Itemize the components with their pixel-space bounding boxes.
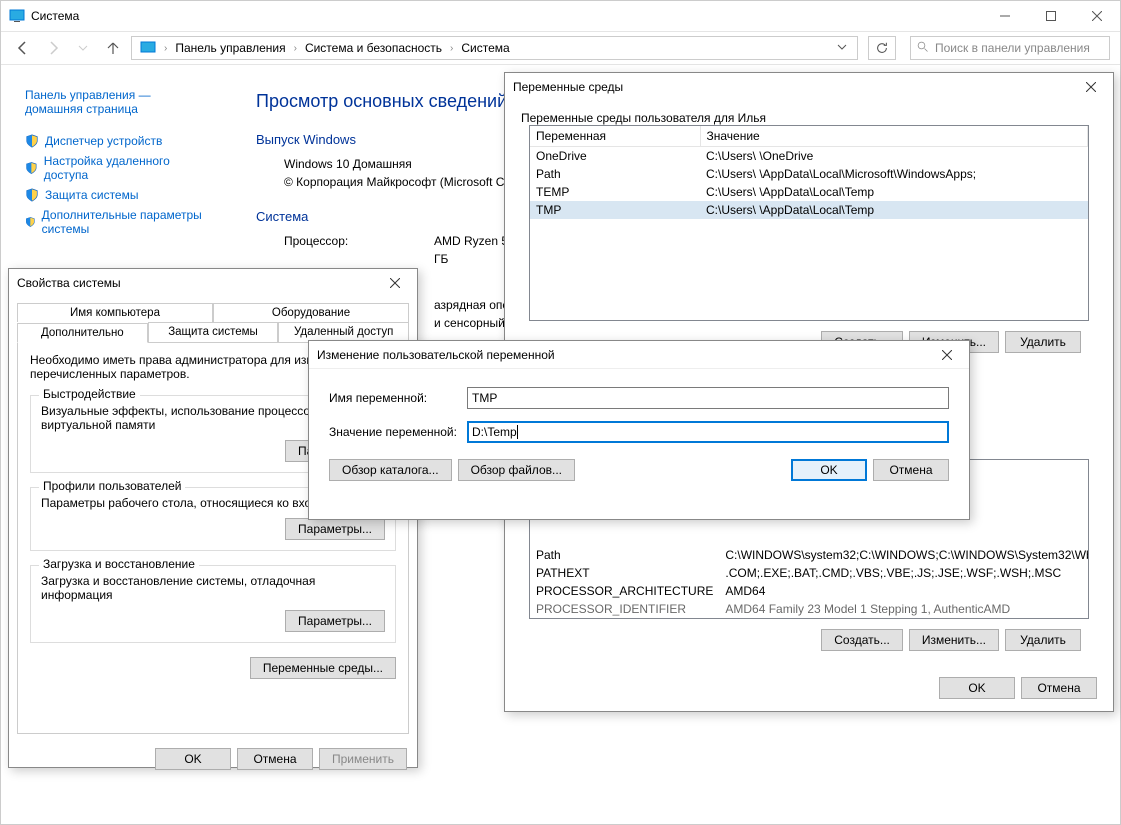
shield-icon bbox=[25, 161, 38, 175]
breadcrumb-item[interactable]: Панель управления bbox=[171, 41, 289, 55]
breadcrumb-item[interactable]: Система и безопасность bbox=[301, 41, 446, 55]
back-button[interactable] bbox=[11, 36, 35, 60]
breadcrumb-item[interactable]: Система bbox=[457, 41, 513, 55]
variable-name-label: Имя переменной: bbox=[329, 391, 467, 405]
search-placeholder: Поиск в панели управления bbox=[935, 41, 1090, 55]
cancel-button[interactable]: Отмена bbox=[237, 748, 313, 770]
table-row[interactable]: PATHEXT.COM;.EXE;.BAT;.CMD;.VBS;.VBE;.JS… bbox=[530, 564, 1089, 582]
delete-sys-var-button[interactable]: Удалить bbox=[1005, 629, 1081, 651]
new-sys-var-button[interactable]: Создать... bbox=[821, 629, 903, 651]
breadcrumb-dropdown[interactable] bbox=[831, 41, 853, 55]
cancel-button[interactable]: Отмена bbox=[873, 459, 949, 481]
table-row[interactable]: PROCESSOR_ARCHITECTUREAMD64 bbox=[530, 582, 1089, 600]
user-vars-heading: Переменные среды пользователя для Илья bbox=[521, 111, 1097, 125]
table-row[interactable]: PathC:\Users\ \AppData\Local\Microsoft\W… bbox=[530, 165, 1088, 183]
control-panel-home-link[interactable]: Панель управления — домашняя страница bbox=[25, 85, 202, 119]
chevron-right-icon[interactable]: › bbox=[446, 43, 457, 54]
sidebar-item-remote-settings[interactable]: Настройка удаленного доступа bbox=[25, 151, 202, 185]
system-icon bbox=[9, 8, 25, 24]
tab-advanced[interactable]: Дополнительно bbox=[17, 323, 148, 343]
close-button[interactable] bbox=[1074, 1, 1120, 31]
performance-heading: Быстродействие bbox=[39, 387, 140, 401]
profiles-heading: Профили пользователей bbox=[39, 479, 185, 493]
startup-group: Загрузка и восстановление Загрузка и вос… bbox=[30, 565, 396, 643]
user-vars-table[interactable]: ПеременнаяЗначение OneDriveC:\Users\ \On… bbox=[529, 125, 1089, 321]
copyright-text: © Корпорация Майкрософт (Microsoft Corpo… bbox=[284, 175, 539, 189]
col-variable[interactable]: Переменная bbox=[530, 126, 700, 147]
ok-button[interactable]: OK bbox=[939, 677, 1015, 699]
browse-directory-button[interactable]: Обзор каталога... bbox=[329, 459, 452, 481]
close-icon[interactable] bbox=[933, 344, 961, 366]
profiles-settings-button[interactable]: Параметры... bbox=[285, 518, 385, 540]
startup-settings-button[interactable]: Параметры... bbox=[285, 610, 385, 632]
startup-desc: Загрузка и восстановление системы, отлад… bbox=[41, 574, 385, 602]
toolbar: › Панель управления › Система и безопасн… bbox=[1, 31, 1120, 65]
dialog-titlebar: Изменение пользовательской переменной bbox=[309, 341, 969, 369]
search-icon bbox=[917, 41, 929, 56]
dialog-title: Свойства системы bbox=[17, 276, 381, 290]
dialog-titlebar: Переменные среды bbox=[505, 73, 1113, 101]
environment-variables-button[interactable]: Переменные среды... bbox=[250, 657, 396, 679]
chevron-right-icon[interactable]: › bbox=[160, 43, 171, 54]
edit-sys-var-button[interactable]: Изменить... bbox=[909, 629, 999, 651]
sidebar-item-device-manager[interactable]: Диспетчер устройств bbox=[25, 131, 202, 151]
cpu-label: Процессор: bbox=[284, 234, 434, 248]
ram-partial: ГБ bbox=[434, 252, 448, 266]
search-input[interactable]: Поиск в панели управления bbox=[910, 36, 1110, 60]
delete-user-var-button[interactable]: Удалить bbox=[1005, 331, 1081, 353]
tab-system-protection[interactable]: Защита системы bbox=[148, 322, 279, 342]
table-row[interactable]: TEMPC:\Users\ \AppData\Local\Temp bbox=[530, 183, 1088, 201]
touch-partial: и сенсорный bbox=[434, 316, 505, 330]
close-icon[interactable] bbox=[381, 272, 409, 294]
edition-value: Windows 10 Домашняя bbox=[284, 157, 412, 171]
chevron-right-icon[interactable]: › bbox=[290, 43, 301, 54]
sidebar-item-advanced-settings[interactable]: Дополнительные параметры системы bbox=[25, 205, 202, 239]
forward-button[interactable] bbox=[41, 36, 65, 60]
window-title: Система bbox=[31, 9, 982, 23]
variable-value-input[interactable]: D:\Temp bbox=[467, 421, 949, 443]
breadcrumb[interactable]: › Панель управления › Система и безопасн… bbox=[131, 36, 858, 60]
tab-hardware[interactable]: Оборудование bbox=[213, 303, 409, 322]
table-row[interactable]: TMPC:\Users\ \AppData\Local\Temp bbox=[530, 201, 1088, 219]
window-controls bbox=[982, 1, 1120, 31]
startup-heading: Загрузка и восстановление bbox=[39, 557, 199, 571]
shield-icon bbox=[25, 188, 39, 202]
table-row[interactable]: PROCESSOR_IDENTIFIERAMD64 Family 23 Mode… bbox=[530, 600, 1089, 618]
table-row[interactable]: OneDriveC:\Users\ \OneDrive bbox=[530, 147, 1088, 166]
minimize-button[interactable] bbox=[982, 1, 1028, 31]
edit-variable-dialog: Изменение пользовательской переменной Им… bbox=[308, 340, 970, 520]
recent-dropdown[interactable] bbox=[71, 36, 95, 60]
shield-icon bbox=[25, 215, 36, 229]
close-icon[interactable] bbox=[1077, 76, 1105, 98]
dialog-title: Изменение пользовательской переменной bbox=[317, 348, 933, 362]
tab-remote[interactable]: Удаленный доступ bbox=[278, 322, 409, 342]
titlebar: Система bbox=[1, 1, 1120, 31]
refresh-button[interactable] bbox=[868, 36, 896, 60]
dialog-titlebar: Свойства системы bbox=[9, 269, 417, 297]
maximize-button[interactable] bbox=[1028, 1, 1074, 31]
ok-button[interactable]: OK bbox=[791, 459, 867, 481]
col-value[interactable]: Значение bbox=[700, 126, 1088, 147]
cancel-button[interactable]: Отмена bbox=[1021, 677, 1097, 699]
up-button[interactable] bbox=[101, 36, 125, 60]
variable-name-input[interactable] bbox=[467, 387, 949, 409]
sidebar-item-system-protection[interactable]: Защита системы bbox=[25, 185, 202, 205]
variable-value-label: Значение переменной: bbox=[329, 425, 467, 439]
ok-button[interactable]: OK bbox=[155, 748, 231, 770]
browse-files-button[interactable]: Обзор файлов... bbox=[458, 459, 575, 481]
apply-button[interactable]: Применить bbox=[319, 748, 407, 770]
system-icon bbox=[140, 40, 156, 56]
tab-computer-name[interactable]: Имя компьютера bbox=[17, 303, 213, 322]
shield-icon bbox=[25, 134, 39, 148]
table-row[interactable]: PathC:\WINDOWS\system32;C:\WINDOWS;C:\WI… bbox=[530, 546, 1089, 564]
dialog-title: Переменные среды bbox=[513, 80, 1077, 94]
